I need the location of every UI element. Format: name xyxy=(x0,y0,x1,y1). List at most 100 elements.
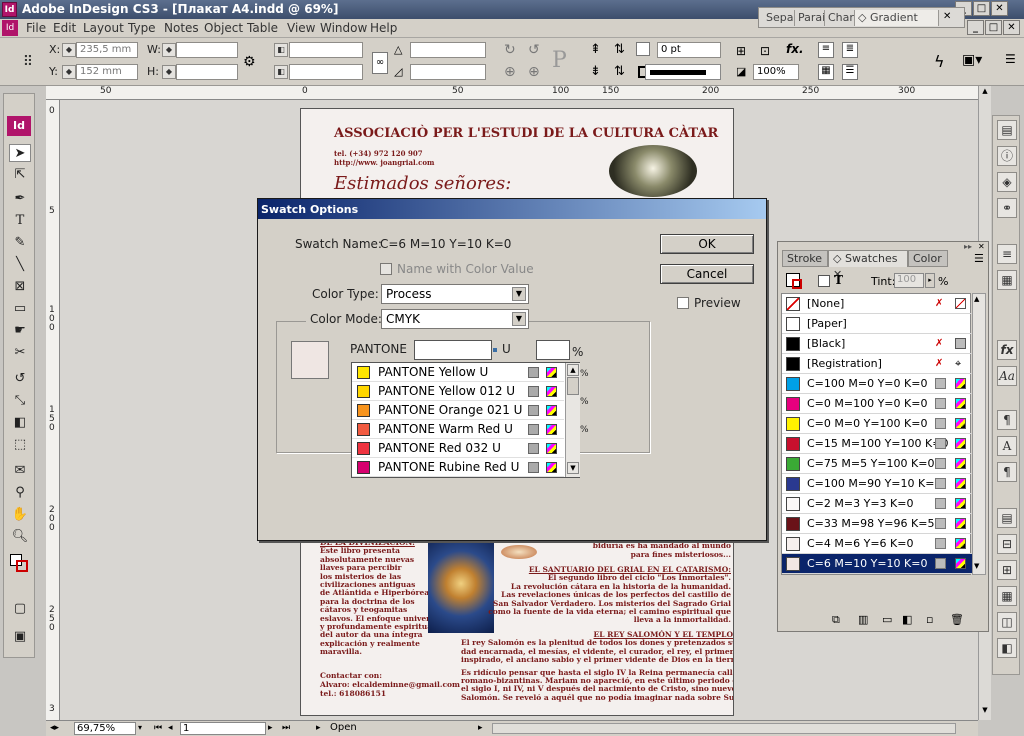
menu-help[interactable]: Help xyxy=(370,21,397,35)
pantone-row[interactable]: PANTONE Red 032 U xyxy=(352,439,564,458)
select-content-icon[interactable]: ⇟ xyxy=(590,64,601,79)
opacity-input[interactable]: 100% xyxy=(753,64,799,80)
effects-icon[interactable]: fx. xyxy=(786,42,804,56)
paragraph-styles-icon[interactable]: ¶ xyxy=(997,462,1017,482)
stroke-icon[interactable]: ≡ xyxy=(997,244,1017,264)
navigator-icon[interactable]: ◧ xyxy=(997,638,1017,658)
tab-color[interactable]: Color xyxy=(908,250,948,267)
next-page-icon[interactable]: ▸ xyxy=(268,723,273,733)
pantone-percent-input[interactable] xyxy=(536,340,570,360)
doc-restore-icon[interactable]: □ xyxy=(985,20,1002,35)
panel-collapse-icon[interactable]: ▸▸ xyxy=(964,242,972,251)
pantone-scrollbar[interactable]: ▲ ▼ xyxy=(565,363,580,477)
text-wrap-panel-icon[interactable]: ▤ xyxy=(997,508,1017,528)
select-prev-icon[interactable]: ⇅ xyxy=(614,42,625,57)
tab-close-icon[interactable]: ✕ xyxy=(943,11,951,22)
swatch-row[interactable]: C=100 M=90 Y=10 K=0 xyxy=(782,474,972,494)
zoom-tool-icon[interactable]: 🔍︎ xyxy=(9,528,31,546)
text-formatting-icon[interactable]: T xyxy=(834,273,843,287)
first-page-icon[interactable]: ⏮ xyxy=(154,723,162,733)
pantone-row[interactable]: PANTONE Yellow U xyxy=(352,363,564,382)
wrap-shape-icon[interactable]: ▦ xyxy=(818,64,834,80)
scale-y-input[interactable] xyxy=(289,64,363,80)
doc-close-icon[interactable]: ✕ xyxy=(1003,20,1020,35)
name-with-color-value-checkbox[interactable] xyxy=(380,263,392,275)
note-tool-icon[interactable]: ✉ xyxy=(9,462,31,480)
lightning-icon[interactable]: ϟ xyxy=(934,52,945,71)
color-mode-select[interactable]: CMYK ▼ xyxy=(381,309,529,329)
layers-icon[interactable]: ◈ xyxy=(997,172,1017,192)
cancel-button[interactable]: Cancel xyxy=(660,264,754,284)
shear-icon[interactable]: ◿ xyxy=(394,65,402,78)
type-tool-icon[interactable]: T xyxy=(9,212,31,230)
reference-point-icon[interactable]: ⠿ xyxy=(18,52,38,72)
swatches-menu-icon[interactable]: ☰ xyxy=(974,252,984,265)
flip-v-icon[interactable]: ⊕ xyxy=(528,64,540,80)
effects-panel-icon[interactable]: fx xyxy=(997,340,1017,360)
swatch-row[interactable]: C=33 M=98 Y=96 K=51 xyxy=(782,514,972,534)
status-menu-icon[interactable]: ▸ xyxy=(478,723,483,733)
show-gradient-icon[interactable]: ▭ xyxy=(882,613,892,626)
tab-gradient[interactable]: ◇ Gradient xyxy=(855,10,939,26)
pencil-tool-icon[interactable]: ✎ xyxy=(9,234,31,252)
prev-page-icon[interactable]: ◂ xyxy=(168,723,173,733)
menu-window[interactable]: Window xyxy=(320,21,367,35)
swatch-row[interactable]: C=15 M=100 Y=100 K=0 xyxy=(782,434,972,454)
scroll-up-icon[interactable]: ▲ xyxy=(567,364,579,376)
paragraph-icon[interactable]: ¶ xyxy=(997,410,1017,430)
x-input[interactable]: 235,5 mm xyxy=(76,42,138,58)
stroke-box[interactable] xyxy=(16,560,28,572)
swatch-row[interactable]: C=4 M=6 Y=6 K=0 xyxy=(782,534,972,554)
swatch-row[interactable]: C=0 M=100 Y=0 K=0 xyxy=(782,394,972,414)
select-container-icon[interactable]: ⇞ xyxy=(590,42,601,57)
rotate-tool-icon[interactable]: ↺ xyxy=(9,370,31,388)
swatches-grid-icon[interactable]: ▦ xyxy=(997,270,1017,290)
close-icon[interactable]: ✕ xyxy=(991,1,1008,16)
menu-layout[interactable]: Layout xyxy=(83,21,124,35)
swatches-list[interactable]: [None] ✗ [Paper] [Black] ✗ [Registration] ✗ ⌖ C=… xyxy=(781,293,972,575)
link-icon[interactable]: ∞ xyxy=(372,52,388,74)
info-icon[interactable]: ⓘ xyxy=(997,146,1017,166)
scroll-down-icon[interactable]: ▼ xyxy=(974,562,979,570)
rect-tool-icon[interactable]: ▭ xyxy=(9,300,31,318)
tab-paragraph[interactable]: Parai xyxy=(795,10,825,26)
wrap-jump-icon[interactable]: ☰ xyxy=(842,64,858,80)
constrain-icon[interactable]: ⚙ xyxy=(243,54,256,70)
doc-minimize-icon[interactable]: _ xyxy=(967,20,984,35)
rotate-icon[interactable]: △ xyxy=(394,43,402,56)
rotate-ccw-icon[interactable]: ↺ xyxy=(528,42,540,58)
pathfinder-icon[interactable]: ◫ xyxy=(997,612,1017,632)
scroll-down-icon[interactable]: ▼ xyxy=(980,706,990,716)
opacity-icon[interactable]: ◪ xyxy=(736,65,746,78)
swatch-row[interactable]: C=2 M=3 Y=3 K=0 xyxy=(782,494,972,514)
zoom-field[interactable]: 69,75% xyxy=(74,722,136,735)
panel-menu-icon[interactable]: ▣▾ xyxy=(962,52,982,68)
align-icon[interactable]: ⊟ xyxy=(997,534,1017,554)
p-icon[interactable]: P xyxy=(552,48,567,73)
color-type-select[interactable]: Process ▼ xyxy=(381,284,529,304)
tab-separations[interactable]: Sepa xyxy=(763,10,795,26)
menu-object[interactable]: Object xyxy=(204,21,243,35)
h-stepper-icon[interactable]: ◆ xyxy=(162,65,176,79)
swatch-row[interactable]: [Black] ✗ xyxy=(782,334,972,354)
ok-button[interactable]: OK xyxy=(660,234,754,254)
hand-tool-icon[interactable]: ✋ xyxy=(9,506,31,524)
eyedropper-tool-icon[interactable]: ⚲ xyxy=(9,484,31,502)
y-stepper-icon[interactable]: ◆ xyxy=(62,65,76,79)
menu-table[interactable]: Table xyxy=(247,21,278,35)
control-menu-icon[interactable]: ☰ xyxy=(1005,52,1016,66)
maximize-icon[interactable]: □ xyxy=(973,1,990,16)
menu-edit[interactable]: Edit xyxy=(53,21,76,35)
tab-character[interactable]: Char xyxy=(825,10,855,26)
zoom-fit-icon[interactable]: ⊞ xyxy=(736,44,746,58)
open-icon[interactable]: ▸ xyxy=(316,723,321,733)
tab-swatches[interactable]: ◇ Swatches ✕ xyxy=(828,250,908,281)
scroll-thumb[interactable] xyxy=(567,377,579,395)
fill-swatch[interactable] xyxy=(636,42,650,56)
pantone-list[interactable]: PANTONE Yellow U PANTONE Yellow 012 U PANT… xyxy=(351,362,580,478)
scroll-up-icon[interactable]: ▲ xyxy=(980,87,990,97)
scale-x-icon[interactable]: ◧ xyxy=(274,43,288,57)
scissors-tool-icon[interactable]: ✂ xyxy=(9,344,31,362)
swatch-row[interactable]: C=0 M=0 Y=100 K=0 xyxy=(782,414,972,434)
swatch-row[interactable]: [Paper] xyxy=(782,314,972,334)
